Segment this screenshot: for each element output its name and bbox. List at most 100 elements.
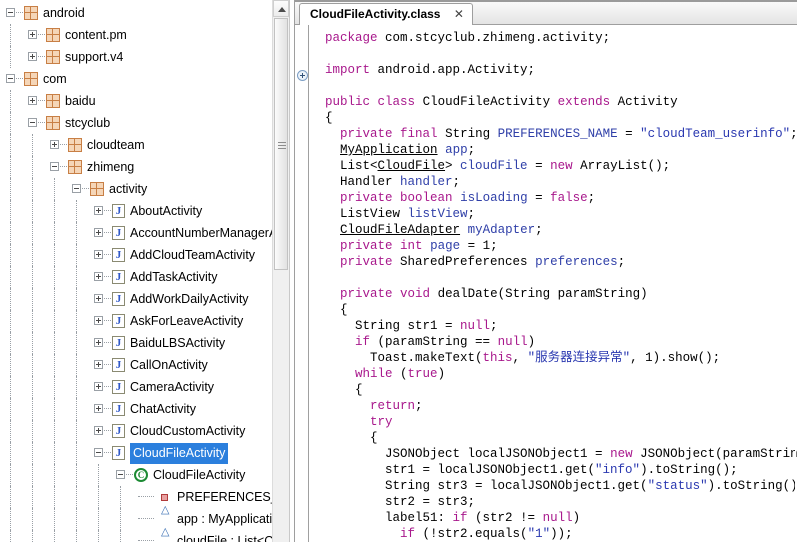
tree-item-preferences-name[interactable]: PREFERENCES_NAME: [0, 486, 272, 508]
code-text-area[interactable]: package com.stcyclub.zhimeng.activity; i…: [310, 25, 797, 542]
code-token: label51:: [310, 511, 453, 525]
tree-guide-line: [32, 376, 34, 398]
tree-item-callonactivity[interactable]: J CallOnActivity: [0, 354, 272, 376]
tree-guide-line: [76, 288, 78, 310]
collapse-icon[interactable]: [94, 448, 103, 457]
expand-icon[interactable]: [50, 140, 59, 149]
tree-item-addtaskactivity[interactable]: J AddTaskActivity: [0, 266, 272, 288]
tree-item-cloudcustomactivity[interactable]: J CloudCustomActivity: [0, 420, 272, 442]
expand-icon[interactable]: [94, 382, 103, 391]
expand-icon[interactable]: [94, 272, 103, 281]
tree-item-content-pm[interactable]: content.pm: [0, 24, 272, 46]
tree-guide-line: [10, 24, 12, 46]
tree-item-com[interactable]: com: [0, 68, 272, 90]
code-token: while: [355, 367, 393, 381]
tree-item-app-myapplication[interactable]: app : MyApplication: [0, 505, 272, 530]
code-token: extends: [557, 95, 611, 109]
tree-guide-line: [76, 376, 78, 398]
tree-guide-line: [10, 288, 12, 310]
code-token: android.app.Activity;: [370, 63, 536, 77]
code-token: ): [572, 511, 581, 525]
expand-icon[interactable]: [94, 338, 103, 347]
field-default-icon: [161, 527, 170, 542]
expand-icon[interactable]: [94, 316, 103, 325]
tree-item-support-v4[interactable]: support.v4: [0, 46, 272, 68]
code-token: this: [482, 351, 513, 365]
expand-icon[interactable]: [94, 294, 103, 303]
editor-gutter[interactable]: [295, 25, 309, 542]
collapse-icon[interactable]: [6, 8, 15, 17]
tree-guide-line: [98, 464, 100, 486]
tree-item-addcloudteamactivity[interactable]: J AddCloudTeamActivity: [0, 244, 272, 266]
tree-elbow: [60, 166, 67, 168]
scrollbar-thumb[interactable]: [274, 18, 288, 270]
expand-icon[interactable]: [94, 206, 103, 215]
code-token: (: [392, 367, 408, 381]
code-line: package com.stcyclub.zhimeng.activity;: [310, 30, 797, 46]
tree-item-addworkdailyactivity[interactable]: J AddWorkDailyActivity: [0, 288, 272, 310]
code-token: List<: [310, 159, 378, 173]
tree-item-android[interactable]: android: [0, 2, 272, 24]
tree-vertical-scrollbar[interactable]: [272, 0, 289, 542]
tree-item-activity[interactable]: activity: [0, 178, 272, 200]
field-private-icon: [161, 494, 168, 501]
tree-item-askforleaveactivity[interactable]: J AskForLeaveActivity: [0, 310, 272, 332]
expand-icon[interactable]: [94, 250, 103, 259]
expand-icon[interactable]: [94, 360, 103, 369]
code-line: return;: [310, 398, 797, 414]
tree-item-stcyclub[interactable]: stcyclub: [0, 112, 272, 134]
tree-guide-line: [54, 178, 56, 200]
expand-icon[interactable]: [28, 96, 37, 105]
tree-item-cloudfile-list-cloud[interactable]: cloudFile : List<Cloud: [0, 527, 272, 542]
tree-guide-line: [76, 266, 78, 288]
tab-cloudfileactivity-class[interactable]: CloudFileActivity.class ✕: [299, 3, 473, 25]
close-icon[interactable]: ✕: [454, 4, 464, 25]
tree-item-cloudfileactivity[interactable]: C CloudFileActivity: [0, 464, 272, 486]
tree-item-baidulbsactivity[interactable]: J BaiduLBSActivity: [0, 332, 272, 354]
tree-guide-line: [32, 354, 34, 376]
code-token: ;: [452, 175, 461, 189]
tree-guide-line: [32, 178, 34, 200]
expand-icon[interactable]: [94, 426, 103, 435]
expand-icon[interactable]: [94, 228, 103, 237]
collapse-icon[interactable]: [116, 470, 125, 479]
code-token: JSONObject(paramString);: [640, 447, 797, 461]
tree-item-chatactivity[interactable]: J ChatActivity: [0, 398, 272, 420]
tree-item-zhimeng[interactable]: zhimeng: [0, 156, 272, 178]
tree-item-aboutactivity[interactable]: J AboutActivity: [0, 200, 272, 222]
tree-item-baidu[interactable]: baidu: [0, 90, 272, 112]
tree-elbow: [104, 408, 111, 410]
tree-guide-line: [10, 46, 12, 68]
collapse-icon[interactable]: [72, 184, 81, 193]
expand-fold-icon[interactable]: [297, 70, 308, 81]
tree-elbow: [38, 122, 45, 124]
scroll-up-arrow-icon[interactable]: [273, 0, 289, 17]
collapse-icon[interactable]: [6, 74, 15, 83]
code-line: private boolean isLoading = false;: [310, 190, 797, 206]
tree-root[interactable]: android content.pm support.v4 com baidu stcyc…: [0, 0, 272, 542]
expand-icon[interactable]: [94, 404, 103, 413]
expand-icon[interactable]: [28, 52, 37, 61]
package-icon: [46, 50, 60, 64]
code-token: class: [377, 95, 416, 109]
tree-guide-line: [32, 134, 34, 156]
code-token: preferences: [535, 255, 618, 269]
scrollbar-grip-icon: [278, 142, 286, 149]
expand-icon[interactable]: [28, 30, 37, 39]
package-explorer-tree[interactable]: android content.pm support.v4 com baidu stcyc…: [0, 0, 272, 542]
tree-guide-line: [32, 530, 34, 542]
tree-item-accountnumbermanagerac[interactable]: J AccountNumberManagerAc: [0, 222, 272, 244]
tree-guide-line: [76, 244, 78, 266]
collapse-icon[interactable]: [28, 118, 37, 127]
collapse-icon[interactable]: [50, 162, 59, 171]
tree-item-cloudfileactivity[interactable]: J CloudFileActivity: [0, 442, 272, 464]
tree-item-cameraactivity[interactable]: J CameraActivity: [0, 376, 272, 398]
field-default-icon: [161, 505, 170, 523]
tree-item-cloudteam[interactable]: cloudteam: [0, 134, 272, 156]
